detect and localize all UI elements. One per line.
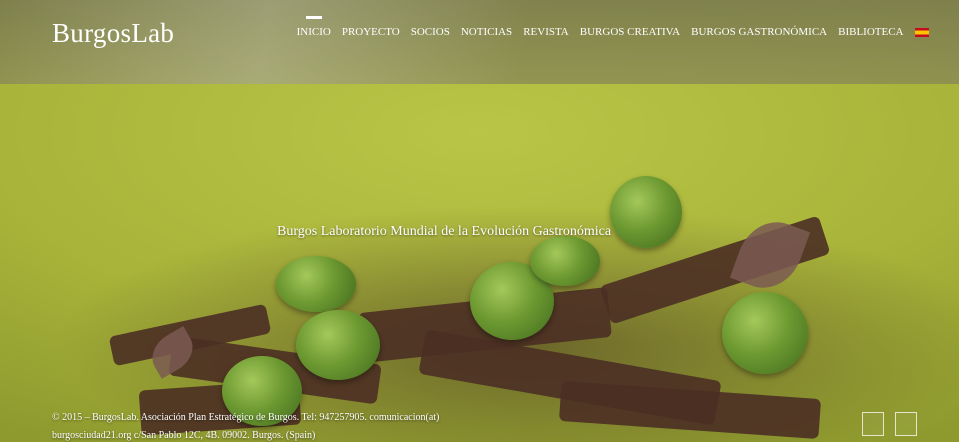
menu-item-revista[interactable]: REVISTA [518, 26, 575, 38]
footer-line-1: © 2015 – BurgosLab. Asociación Plan Estr… [52, 412, 440, 423]
slider-next-icon[interactable] [895, 412, 917, 436]
menu-item-socios[interactable]: SOCIOS [405, 26, 455, 38]
menu-item-proyecto[interactable]: PROYECTO [336, 26, 405, 38]
menu-item-inicio[interactable]: INICIO [291, 16, 336, 38]
hero-tagline: Burgos Laboratorio Mundial de la Evoluci… [277, 224, 612, 239]
menu-item-noticias[interactable]: NOTICIAS [455, 26, 517, 38]
site-logo[interactable]: BurgosLab [52, 18, 174, 49]
footer-line-2: burgosciudad21.org c/San Pablo 12C, 4B. … [52, 430, 316, 441]
spain-flag-icon[interactable] [915, 27, 929, 37]
menu-item-biblioteca[interactable]: BIBLIOTECA [833, 26, 909, 38]
main-menu: INICIO PROYECTO SOCIOS NOTICIAS REVISTA … [291, 16, 929, 38]
site-header: BurgosLab INICIO PROYECTO SOCIOS NOTICIA… [0, 0, 959, 84]
footer-copyright: © 2015 – BurgosLab. Asociación Plan Estr… [52, 409, 472, 442]
slider-prev-icon[interactable] [862, 412, 884, 436]
menu-item-burgos-gastronomica[interactable]: BURGOS GASTRONÓMICA [686, 26, 833, 38]
menu-item-burgos-creativa[interactable]: BURGOS CREATIVA [574, 26, 685, 38]
